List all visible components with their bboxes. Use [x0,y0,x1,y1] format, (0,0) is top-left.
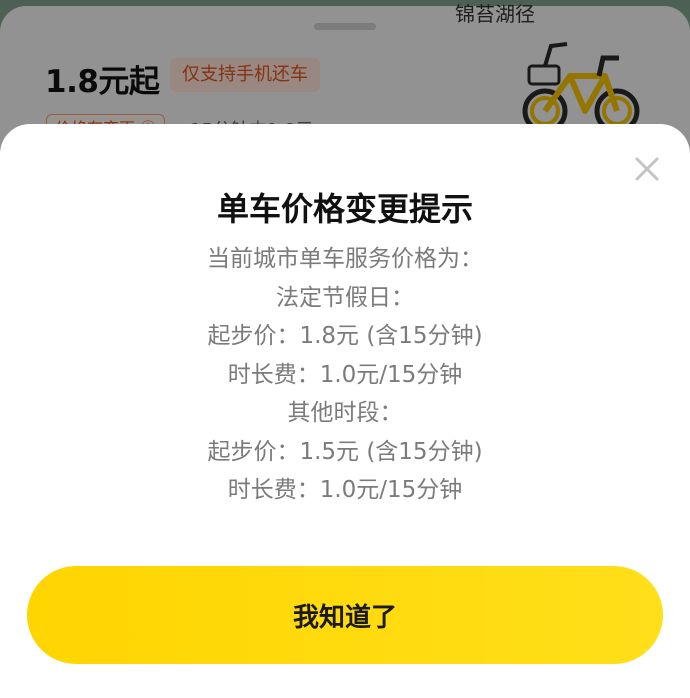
other-duration-fee: 时长费：1.0元/15分钟 [227,477,463,503]
other-time-heading: 其他时段： [287,400,403,426]
modal-body: 当前城市单车服务价格为： 法定节假日： 起步价：1.8元 (含15分钟) 时长费… [0,240,690,510]
modal-title: 单车价格变更提示 [216,190,473,228]
close-icon [635,157,659,181]
price-intro-text: 当前城市单车服务价格为： [207,246,483,272]
confirm-button[interactable]: 我知道了 [27,566,663,664]
other-base-price: 起步价：1.5元 (含15分钟) [207,438,483,465]
close-button[interactable] [628,150,666,188]
holiday-heading: 法定节假日： [276,284,414,311]
holiday-duration-fee: 时长费：1.0元/15分钟 [227,361,463,388]
price-change-modal: 单车价格变更提示 当前城市单车服务价格为： 法定节假日： 起步价：1.8元 (含… [0,124,690,698]
holiday-base-price: 起步价：1.8元 (含15分钟) [207,323,483,349]
